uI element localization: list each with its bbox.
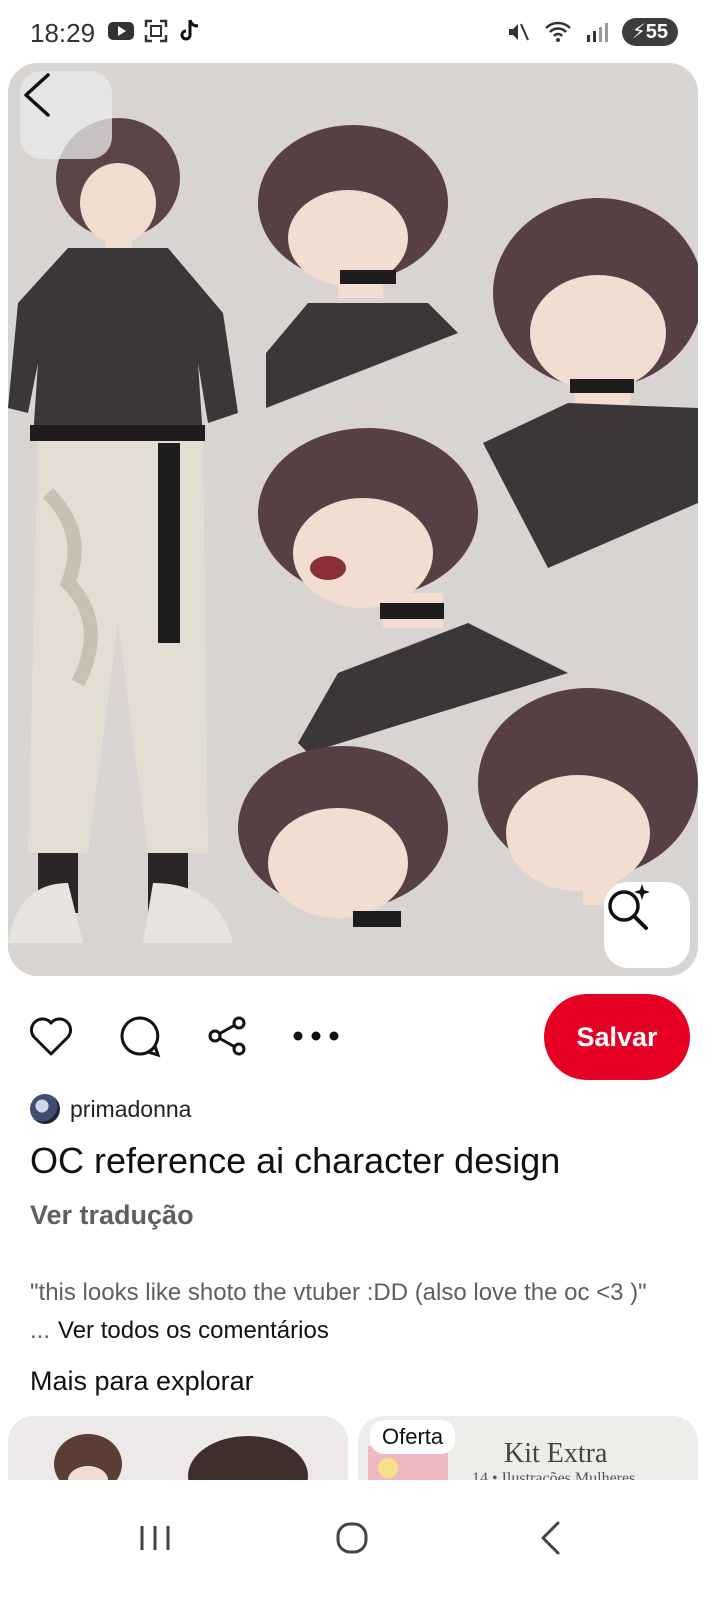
signal-icon	[586, 23, 608, 42]
back-nav-button[interactable]	[520, 1508, 580, 1568]
chevron-left-icon	[24, 73, 50, 117]
avatar[interactable]	[30, 1094, 60, 1124]
home-button[interactable]	[322, 1508, 382, 1568]
see-all-comments-link[interactable]: Ver todos os comentários	[58, 1317, 329, 1344]
battery-level: 55	[645, 21, 668, 43]
pin-detail-screen: 18:29 ⚡55 Salvar primadonna OC reference…	[0, 0, 720, 1600]
wifi-icon	[544, 21, 571, 42]
system-nav-bar	[0, 1480, 720, 1600]
mute-icon	[508, 23, 529, 41]
explore-card[interactable]: Oferta Kit Extra 14 • Ilustrações Mulher…	[358, 1416, 698, 1480]
recent-apps-icon	[140, 1526, 170, 1550]
offer-badge: Oferta	[370, 1420, 456, 1454]
recent-apps-button[interactable]	[125, 1508, 185, 1568]
pin-title: OC reference ai character design	[30, 1140, 561, 1181]
save-button[interactable]: Salvar	[544, 994, 690, 1080]
card-heading: Kit Extra	[504, 1438, 608, 1469]
back-button[interactable]	[20, 71, 112, 159]
explore-card-image	[8, 1416, 348, 1480]
tiktok-icon	[180, 19, 199, 41]
author-row[interactable]: primadonna	[30, 1094, 191, 1124]
action-row: Salvar	[0, 992, 720, 1082]
status-time: 18:29	[30, 18, 96, 48]
more-icon[interactable]	[292, 1012, 340, 1060]
battery-charging-icon: ⚡55	[621, 18, 678, 46]
top-comment[interactable]: "this looks like shoto the vtuber :DD (a…	[30, 1274, 670, 1350]
notification-icons	[108, 18, 200, 44]
youtube-icon	[108, 22, 134, 40]
translate-link[interactable]: Ver tradução	[30, 1200, 194, 1231]
pin-image[interactable]	[8, 63, 698, 976]
card-subheading: 14 • Ilustrações Mulheres	[472, 1470, 636, 1480]
home-icon	[336, 1522, 368, 1554]
back-nav-icon	[541, 1521, 560, 1555]
comment-icon[interactable]	[116, 1012, 164, 1060]
character-illustration	[8, 63, 698, 976]
explore-card[interactable]	[8, 1416, 348, 1480]
explore-section-title: Mais para explorar	[30, 1366, 254, 1396]
status-bar: 18:29 ⚡55	[0, 0, 720, 64]
share-icon[interactable]	[203, 1012, 251, 1060]
visual-search-button[interactable]	[604, 882, 690, 968]
screenshot-icon	[144, 19, 168, 43]
lens-search-icon	[608, 884, 650, 930]
heart-icon[interactable]	[27, 1012, 75, 1060]
author-name[interactable]: primadonna	[70, 1096, 191, 1123]
system-icons: ⚡55	[506, 18, 678, 46]
